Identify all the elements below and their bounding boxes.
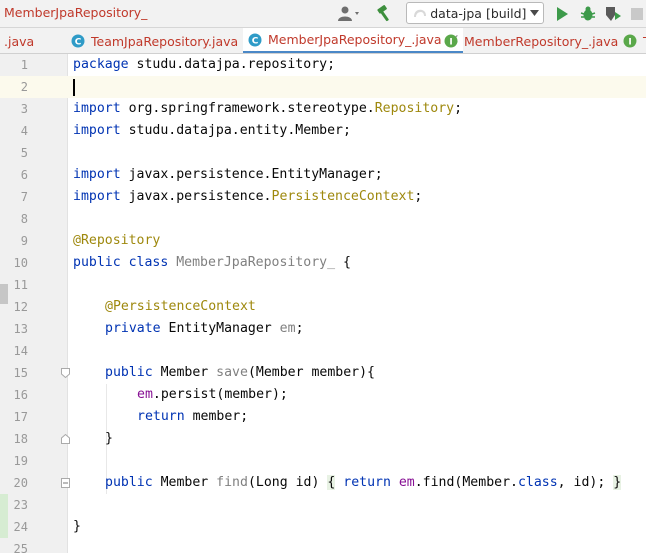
code-text: public Member find(Long id) { return em.… <box>105 475 622 490</box>
code-text: private EntityManager em; <box>105 321 304 336</box>
line-number: 20 <box>13 476 28 490</box>
line-number: 13 <box>13 322 28 336</box>
code-line: 6 import javax.persistence.EntityManager… <box>0 164 646 186</box>
line-number: 12 <box>13 300 28 314</box>
code-editor[interactable]: 1 package studu.datajpa.repository; 2 3 … <box>0 54 646 553</box>
svg-text:C: C <box>75 38 82 48</box>
code-text: public Member save(Member member){ <box>105 365 375 380</box>
code-line: 25 <box>0 538 646 553</box>
breadcrumb[interactable]: MemberJpaRepository_ <box>4 5 147 20</box>
line-number: 5 <box>20 146 28 160</box>
run-icon[interactable] <box>552 3 572 24</box>
code-text: return member; <box>137 409 249 424</box>
interface-icon: I <box>443 33 459 49</box>
line-number: 24 <box>13 520 28 534</box>
line-number: 6 <box>20 168 28 182</box>
line-number: 8 <box>20 212 28 226</box>
user-icon[interactable] <box>336 3 362 24</box>
code-text: import studu.datajpa.entity.Member; <box>73 123 351 138</box>
code-line: 11 <box>0 274 646 296</box>
code-line: 10 public class MemberJpaRepository_ { <box>0 252 646 274</box>
code-line: 20 public Member find(Long id) { return … <box>0 472 646 494</box>
line-number: 10 <box>13 256 28 270</box>
line-number: 25 <box>13 542 28 553</box>
run-config-label: data-jpa [build] <box>430 5 527 21</box>
run-config-select[interactable]: data-jpa [build] <box>406 2 544 24</box>
svg-text:C: C <box>252 36 259 46</box>
line-number: 7 <box>20 190 28 204</box>
code-line: 18 } <box>0 428 646 450</box>
code-line: 14 <box>0 340 646 362</box>
tab-member-repository[interactable]: I MemberRepository_.java × <box>443 28 636 53</box>
code-line: 15 public Member save(Member member){ <box>0 362 646 384</box>
editor-tabs: .java C TeamJpaRepository.java × C Membe… <box>0 28 646 54</box>
line-number: 11 <box>13 278 28 292</box>
debug-icon[interactable] <box>578 3 598 24</box>
line-number: 9 <box>20 234 28 248</box>
code-line: 13 private EntityManager em; <box>0 318 646 340</box>
code-text: em.persist(member); <box>137 387 288 402</box>
class-icon: C <box>247 32 263 48</box>
code-text: } <box>73 519 81 534</box>
code-text: @Repository <box>73 233 161 248</box>
line-number: 18 <box>13 432 28 446</box>
code-line: 3 import org.springframework.stereotype.… <box>0 98 646 120</box>
text-cursor <box>73 79 75 96</box>
code-line: 12 @PersistenceContext <box>0 296 646 318</box>
coverage-icon[interactable] <box>603 3 623 24</box>
line-number: 3 <box>20 102 28 116</box>
line-number: 17 <box>13 410 28 424</box>
code-line: 24 } <box>0 516 646 538</box>
line-number: 14 <box>13 344 28 358</box>
line-number: 2 <box>20 80 28 94</box>
code-text: } <box>105 431 113 446</box>
line-number: 23 <box>13 498 28 512</box>
code-text: import org.springframework.stereotype.Re… <box>73 101 463 116</box>
tab-member-jpa-repository[interactable]: C MemberJpaRepository_.java × <box>243 28 464 53</box>
svg-text:I: I <box>628 38 631 48</box>
line-number: 19 <box>13 454 28 468</box>
title-bar: MemberJpaRepository_ data-jpa [build] <box>0 0 646 28</box>
code-line: 8 <box>0 208 646 230</box>
tab-label: MemberRepository_.java <box>464 33 619 49</box>
chevron-down-icon <box>526 10 543 16</box>
code-text: package studu.datajpa.repository; <box>73 57 336 72</box>
tab-label: .java <box>4 33 35 49</box>
class-icon: C <box>70 33 86 49</box>
tab-java[interactable]: .java <box>4 28 35 53</box>
code-line: 16 em.persist(member); <box>0 384 646 406</box>
line-number: 15 <box>13 366 28 380</box>
fold-icon[interactable] <box>61 478 70 488</box>
tab-label: TeamJpaRepository.java <box>91 33 239 49</box>
code-text: @PersistenceContext <box>105 299 256 314</box>
code-line-current: 2 <box>0 76 646 98</box>
code-line: 9 @Repository <box>0 230 646 252</box>
interface-icon: I <box>622 33 638 49</box>
code-line: 7 import javax.persistence.PersistenceCo… <box>0 186 646 208</box>
code-line: 5 <box>0 142 646 164</box>
stop-icon[interactable] <box>628 3 646 24</box>
fold-icon[interactable] <box>61 434 70 444</box>
tab-label: MemberJpaRepository_.java <box>268 32 442 47</box>
code-line: 17 return member; <box>0 406 646 428</box>
tab-overflow[interactable]: I T <box>622 28 646 53</box>
hammer-icon[interactable] <box>374 3 396 24</box>
code-line: 19 <box>0 450 646 472</box>
tab-team-jpa-repository[interactable]: C TeamJpaRepository.java × <box>70 28 256 53</box>
fold-icon[interactable] <box>61 368 70 378</box>
code-text: import javax.persistence.EntityManager; <box>73 167 383 182</box>
gradle-icon <box>410 7 430 19</box>
code-text: import javax.persistence.PersistenceCont… <box>73 189 423 204</box>
code-line: 4 import studu.datajpa.entity.Member; <box>0 120 646 142</box>
line-number: 4 <box>20 124 28 138</box>
code-text: public class MemberJpaRepository_ { <box>73 255 351 270</box>
code-line: 23 <box>0 494 646 516</box>
line-number: 16 <box>13 388 28 402</box>
code-line: 1 package studu.datajpa.repository; <box>0 54 646 76</box>
svg-text:I: I <box>449 38 452 48</box>
line-number: 1 <box>20 58 28 72</box>
